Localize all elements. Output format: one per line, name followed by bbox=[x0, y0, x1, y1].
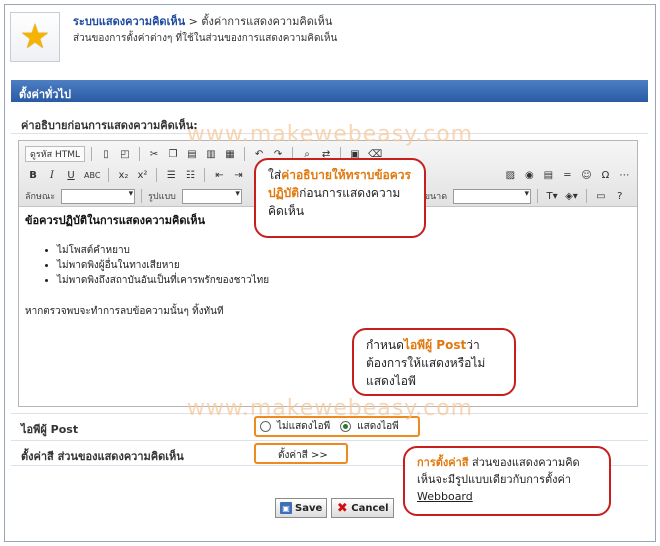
format-combo-label: รูปแบบ bbox=[148, 192, 176, 202]
indent-icon[interactable]: ⇥ bbox=[230, 167, 246, 183]
new-page-icon[interactable]: ▯ bbox=[98, 146, 114, 162]
numbered-list-icon[interactable]: ☰ bbox=[163, 167, 179, 183]
action-buttons: ▣ Save ✖ Cancel bbox=[275, 498, 394, 518]
set-color-button[interactable]: ตั้งค่าสี >> bbox=[254, 443, 348, 464]
strike-button[interactable]: ABC bbox=[82, 167, 102, 183]
font-combo[interactable] bbox=[61, 188, 136, 204]
callout-poster-ip: กำหนดไอพีผู้ Postว่าต้องการให้แสดงหรือไม… bbox=[352, 328, 516, 396]
content-list: ไม่โพสต์คำหยาบ ไม่พาดพิงผู้อื่นในทางเสีย… bbox=[57, 243, 625, 288]
cancel-icon: ✖ bbox=[336, 500, 348, 516]
cancel-label: Cancel bbox=[351, 502, 389, 514]
watermark: www.makewebeasy.com bbox=[186, 122, 474, 147]
help-icon[interactable]: ? bbox=[612, 188, 628, 204]
size-combo-label: ขนาด bbox=[423, 192, 448, 202]
flash-icon[interactable]: ◉ bbox=[521, 167, 537, 183]
superscript-button[interactable]: x² bbox=[134, 167, 150, 183]
list-item: ไม่พาดพิงผู้อื่นในทางเสียหาย bbox=[57, 258, 625, 273]
poster-ip-label: ไอพีผู้ Post bbox=[21, 423, 79, 436]
watermark: www.makewebeasy.com bbox=[186, 396, 474, 421]
font-combo-label: ลักษณะ bbox=[25, 192, 56, 202]
radio-show-ip[interactable] bbox=[340, 421, 352, 432]
special-char-icon[interactable]: Ω bbox=[597, 167, 613, 183]
save-label: Save bbox=[295, 502, 323, 514]
underline-button[interactable]: U bbox=[63, 167, 79, 183]
callout-text: ใส่ bbox=[268, 168, 282, 182]
callout-webboard: Webboard bbox=[417, 490, 473, 503]
callout-description: ใส่ค่าอธิบายให้ทราบข้อควรปฏิบัติก่อนการแ… bbox=[254, 158, 426, 238]
page-break-icon[interactable]: ⋯ bbox=[616, 167, 632, 183]
callout-highlight: ไอพีผู้ Post bbox=[403, 338, 467, 352]
breadcrumb-link[interactable]: ระบบแสดงความคิดเห็น bbox=[73, 15, 185, 28]
list-item: ไม่โพสต์คำหยาบ bbox=[57, 243, 625, 258]
smiley-icon[interactable]: ☺ bbox=[578, 167, 594, 183]
size-combo[interactable] bbox=[453, 188, 532, 204]
panel-title: ตั้งค่าทั่วไป bbox=[11, 80, 648, 102]
outdent-icon[interactable]: ⇤ bbox=[211, 167, 227, 183]
color-label: ตั้งค่าสี ส่วนของแสดงความคิดเห็น bbox=[21, 450, 184, 463]
radio-show-ip-label: แสดงไอพี bbox=[357, 421, 399, 432]
save-button[interactable]: ▣ Save bbox=[275, 498, 328, 518]
breadcrumb-current: ตั้งค่าการแสดงความคิดเห็น bbox=[201, 15, 333, 28]
horizontal-rule-icon[interactable]: ═ bbox=[559, 167, 575, 183]
image-icon[interactable]: ▨ bbox=[502, 167, 518, 183]
text-color-icon[interactable]: T▾ bbox=[544, 188, 560, 204]
preview-icon[interactable]: ◰ bbox=[117, 146, 133, 162]
content-note: หากตรวจพบจะทำการลบข้อความนั้นๆ ทิ้งทันที bbox=[25, 306, 224, 317]
radio-hide-ip-label: ไม่แสดงไอพี bbox=[277, 421, 331, 432]
maximize-icon[interactable]: ▭ bbox=[593, 188, 609, 204]
cut-icon[interactable]: ✂ bbox=[146, 146, 162, 162]
breadcrumb: ระบบแสดงความคิดเห็น > ตั้งค่าการแสดงความ… bbox=[73, 12, 332, 30]
callout-color: การตั้งค่าสี ส่วนของแสดงความคิดเห็นจะมีร… bbox=[403, 446, 611, 516]
paste-word-icon[interactable]: ▦ bbox=[222, 146, 238, 162]
format-combo[interactable] bbox=[181, 188, 242, 204]
radio-hide-ip[interactable] bbox=[260, 421, 271, 432]
breadcrumb-separator: > bbox=[188, 15, 198, 28]
source-button[interactable]: ดูรหัส HTML bbox=[25, 146, 86, 162]
callout-text: กำหนด bbox=[366, 338, 404, 352]
page-description: ส่วนของการตั้งค่าต่างๆ ที่ใช้ในส่วนของกา… bbox=[73, 33, 338, 44]
copy-icon[interactable]: ❐ bbox=[165, 146, 181, 162]
star-icon: ★ bbox=[10, 12, 60, 62]
bold-button[interactable]: B bbox=[25, 167, 41, 183]
cancel-button[interactable]: ✖ Cancel bbox=[331, 498, 394, 518]
italic-button[interactable]: I bbox=[44, 167, 60, 183]
paste-text-icon[interactable]: ▥ bbox=[203, 146, 219, 162]
callout-highlight: การตั้งค่าสี bbox=[417, 456, 469, 469]
table-icon[interactable]: ▤ bbox=[540, 167, 556, 183]
subscript-button[interactable]: x₂ bbox=[115, 167, 131, 183]
paste-icon[interactable]: ▤ bbox=[184, 146, 200, 162]
bulleted-list-icon[interactable]: ☷ bbox=[182, 167, 198, 183]
save-icon: ▣ bbox=[280, 502, 292, 514]
list-item: ไม่พาดพิงถึงสถาบันอันเป็นที่เคารพรักของช… bbox=[57, 273, 625, 288]
bg-color-icon[interactable]: ◈▾ bbox=[563, 188, 580, 204]
